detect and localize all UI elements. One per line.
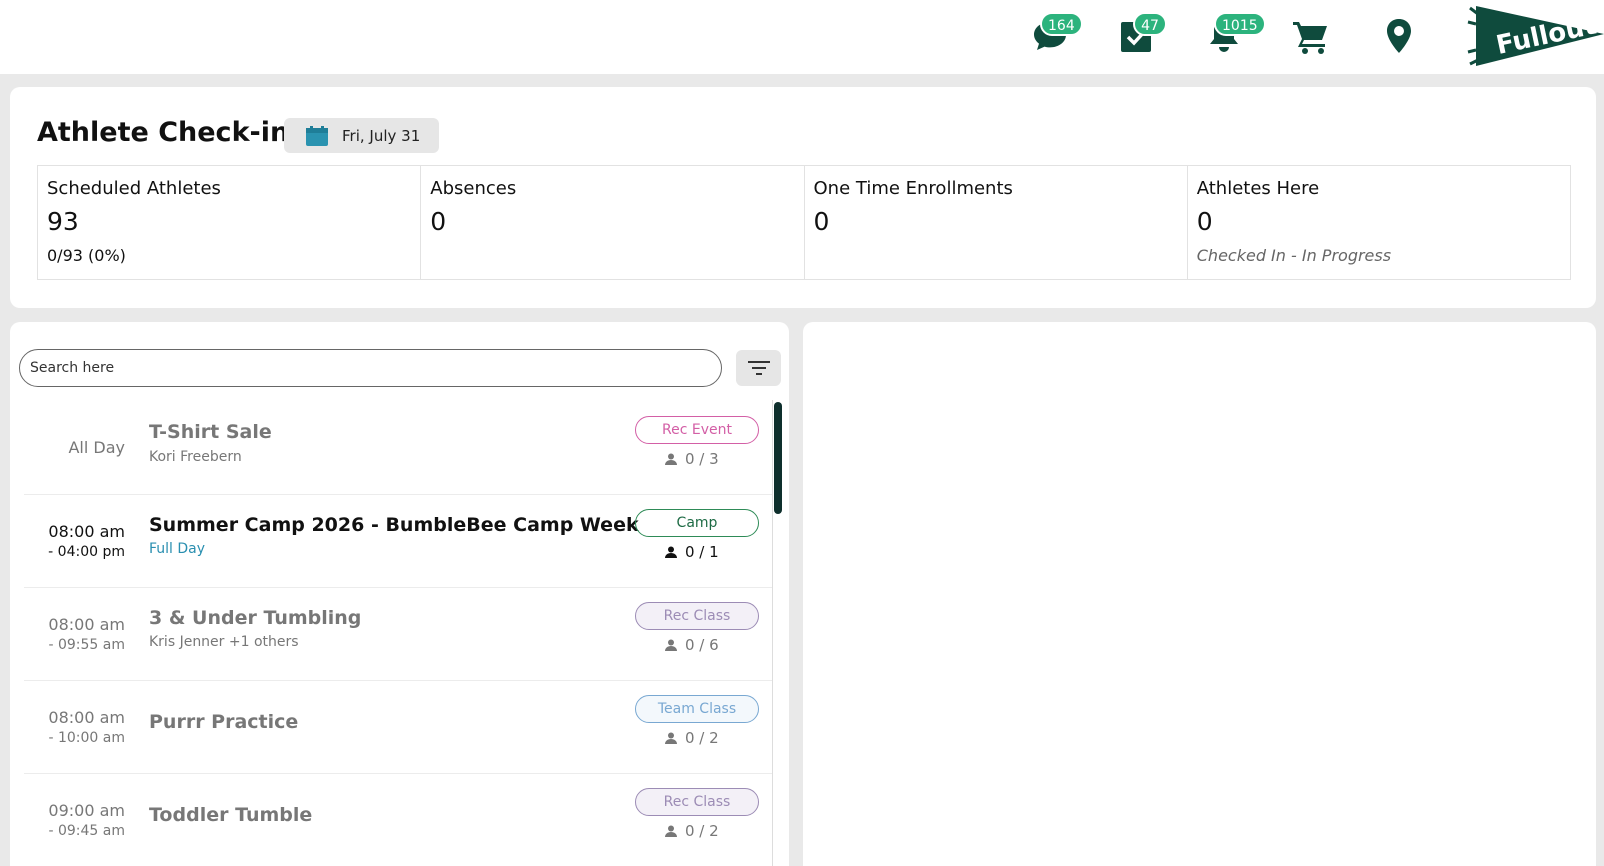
brand-logo[interactable]: Fullout: [1466, 2, 1604, 70]
stat-one-time-enrollments[interactable]: One Time Enrollments 0: [805, 166, 1188, 279]
stat-athletes-here[interactable]: Athletes Here 0 Checked In - In Progress: [1188, 166, 1570, 279]
event-type-badge: Camp: [635, 509, 759, 537]
enrollment-count-value: 0 / 2: [685, 822, 719, 840]
date-picker-button[interactable]: Fri, July 31: [284, 118, 439, 153]
event-subtitle: Kori Freebern: [149, 449, 242, 465]
event-start-time: 08:00 am: [48, 708, 125, 727]
stat-sub: Checked In - In Progress: [1196, 246, 1392, 265]
event-time-all-day: All Day: [68, 438, 125, 457]
selected-date: Fri, July 31: [342, 126, 421, 145]
schedule-panel: All Day T-Shirt Sale Kori Freebern Rec E…: [10, 322, 789, 866]
enrollment-count-value: 0 / 2: [685, 729, 719, 747]
calendar-icon: [306, 125, 328, 146]
event-item[interactable]: 08:00 am - 10:00 am Purrr Practice Team …: [24, 681, 772, 774]
stat-sub: 0/93 (0%): [47, 246, 126, 265]
event-item[interactable]: All Day T-Shirt Sale Kori Freebern Rec E…: [24, 402, 772, 495]
person-icon: [665, 546, 677, 558]
event-list: All Day T-Shirt Sale Kori Freebern Rec E…: [24, 402, 772, 866]
stat-absences[interactable]: Absences 0: [421, 166, 805, 279]
stat-value: 0: [813, 207, 830, 236]
event-start-time: 08:00 am: [48, 615, 125, 634]
search-input[interactable]: [19, 349, 722, 387]
enrollment-count: 0 / 2: [665, 822, 719, 840]
cart-icon[interactable]: [1291, 16, 1331, 56]
enrollment-count-value: 0 / 6: [685, 636, 719, 654]
location-pin-icon[interactable]: [1379, 16, 1419, 56]
stat-label: Athletes Here: [1196, 178, 1320, 199]
stat-label: One Time Enrollments: [813, 178, 1013, 199]
tasks-badge: 47: [1133, 12, 1167, 36]
event-end-time: - 09:45 am: [48, 823, 125, 839]
page-title: Athlete Check-in: [37, 117, 290, 148]
event-type-badge: Rec Class: [635, 788, 759, 816]
enrollment-count-value: 0 / 1: [685, 543, 719, 561]
filter-button[interactable]: [736, 350, 781, 386]
notifications-badge: 1015: [1214, 12, 1266, 36]
person-icon: [665, 732, 677, 744]
event-end-time: - 04:00 pm: [48, 544, 125, 560]
stat-value: 0: [1196, 207, 1213, 236]
event-start-time: 09:00 am: [48, 801, 125, 820]
person-icon: [665, 825, 677, 837]
stat-value: 0: [430, 207, 447, 236]
messages-badge: 164: [1040, 12, 1083, 36]
top-bar: 164 47 1015 Fullout: [0, 0, 1604, 74]
check-in-summary-card: Athlete Check-in Fri, July 31 Scheduled …: [10, 87, 1596, 308]
event-detail-panel: [803, 322, 1596, 866]
scrollbar[interactable]: [772, 400, 782, 866]
event-end-time: - 10:00 am: [48, 730, 125, 746]
event-item[interactable]: 08:00 am - 04:00 pm Summer Camp 2026 - B…: [24, 495, 772, 588]
event-end-time: - 09:55 am: [48, 637, 125, 653]
event-type-badge: Team Class: [635, 695, 759, 723]
stat-scheduled-athletes[interactable]: Scheduled Athletes 93 0/93 (0%): [38, 166, 422, 279]
stat-value: 93: [47, 207, 79, 236]
stat-label: Scheduled Athletes: [47, 178, 221, 199]
event-type-badge: Rec Event: [635, 416, 759, 444]
scrollbar-thumb[interactable]: [774, 402, 782, 514]
enrollment-count: 0 / 2: [665, 729, 719, 747]
event-subtitle: Kris Jenner +1 others: [149, 634, 299, 650]
filter-icon: [747, 361, 770, 375]
event-title: Purrr Practice: [149, 711, 299, 733]
event-item[interactable]: 08:00 am - 09:55 am 3 & Under Tumbling K…: [24, 588, 772, 681]
stats-row: Scheduled Athletes 93 0/93 (0%) Absences…: [37, 165, 1571, 280]
event-title: Toddler Tumble: [149, 804, 313, 826]
event-item[interactable]: 09:00 am - 09:45 am Toddler Tumble Rec C…: [24, 774, 772, 866]
enrollment-count: 0 / 1: [665, 543, 719, 561]
stat-label: Absences: [430, 178, 517, 199]
event-title: T-Shirt Sale: [149, 421, 272, 443]
event-start-time: 08:00 am: [48, 522, 125, 541]
event-type-badge: Rec Class: [635, 602, 759, 630]
enrollment-count-value: 0 / 3: [685, 450, 719, 468]
person-icon: [665, 453, 677, 465]
enrollment-count: 0 / 3: [665, 450, 719, 468]
event-title: 3 & Under Tumbling: [149, 607, 362, 629]
event-title: Summer Camp 2026 - BumbleBee Camp Week: [149, 514, 639, 536]
event-subtitle[interactable]: Full Day: [149, 541, 205, 557]
enrollment-count: 0 / 6: [665, 636, 719, 654]
person-icon: [665, 639, 677, 651]
